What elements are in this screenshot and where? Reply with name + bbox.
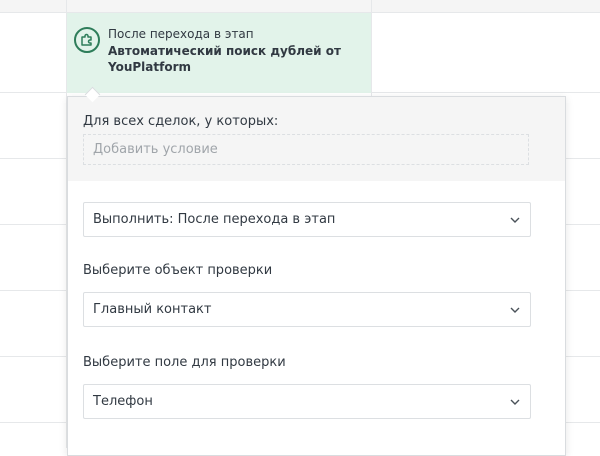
object-select-value: Главный контакт (93, 302, 212, 317)
pipeline-header-strip (0, 0, 600, 13)
puzzle-icon (74, 27, 100, 53)
row-divider (0, 224, 67, 225)
row-divider (371, 92, 600, 93)
trigger-caption: После перехода в этап (108, 27, 254, 41)
conditions-label: Для всех сделок, у которых: (83, 114, 279, 129)
object-label: Выберите объект проверки (83, 263, 273, 278)
trigger-card[interactable]: После перехода в этап Автоматический пои… (67, 13, 371, 93)
execute-select[interactable]: Выполнить: После перехода в этап (83, 202, 531, 237)
execute-select-value: Выполнить: После перехода в этап (93, 212, 336, 227)
trigger-settings-popup: Для всех сделок, у которых: Добавить усл… (67, 96, 566, 456)
row-divider (566, 224, 600, 225)
field-label: Выберите поле для проверки (83, 355, 286, 370)
object-select[interactable]: Главный контакт (83, 292, 531, 327)
row-divider (0, 290, 67, 291)
field-select[interactable]: Телефон (83, 384, 531, 419)
chevron-down-icon (510, 399, 520, 405)
trigger-name: Автоматический поиск дублей от YouPlatfo… (108, 44, 341, 74)
row-divider (0, 422, 67, 423)
row-divider (0, 158, 67, 159)
row-divider (566, 158, 600, 159)
add-condition-field[interactable]: Добавить условие (83, 134, 529, 165)
field-select-value: Телефон (93, 394, 153, 409)
chevron-down-icon (510, 307, 520, 313)
row-divider (566, 422, 600, 423)
chevron-down-icon (510, 217, 520, 223)
row-divider (566, 290, 600, 291)
row-divider (566, 356, 600, 357)
conditions-block: Для всех сделок, у которых: Добавить усл… (68, 97, 565, 181)
row-divider (0, 92, 67, 93)
row-divider (0, 356, 67, 357)
